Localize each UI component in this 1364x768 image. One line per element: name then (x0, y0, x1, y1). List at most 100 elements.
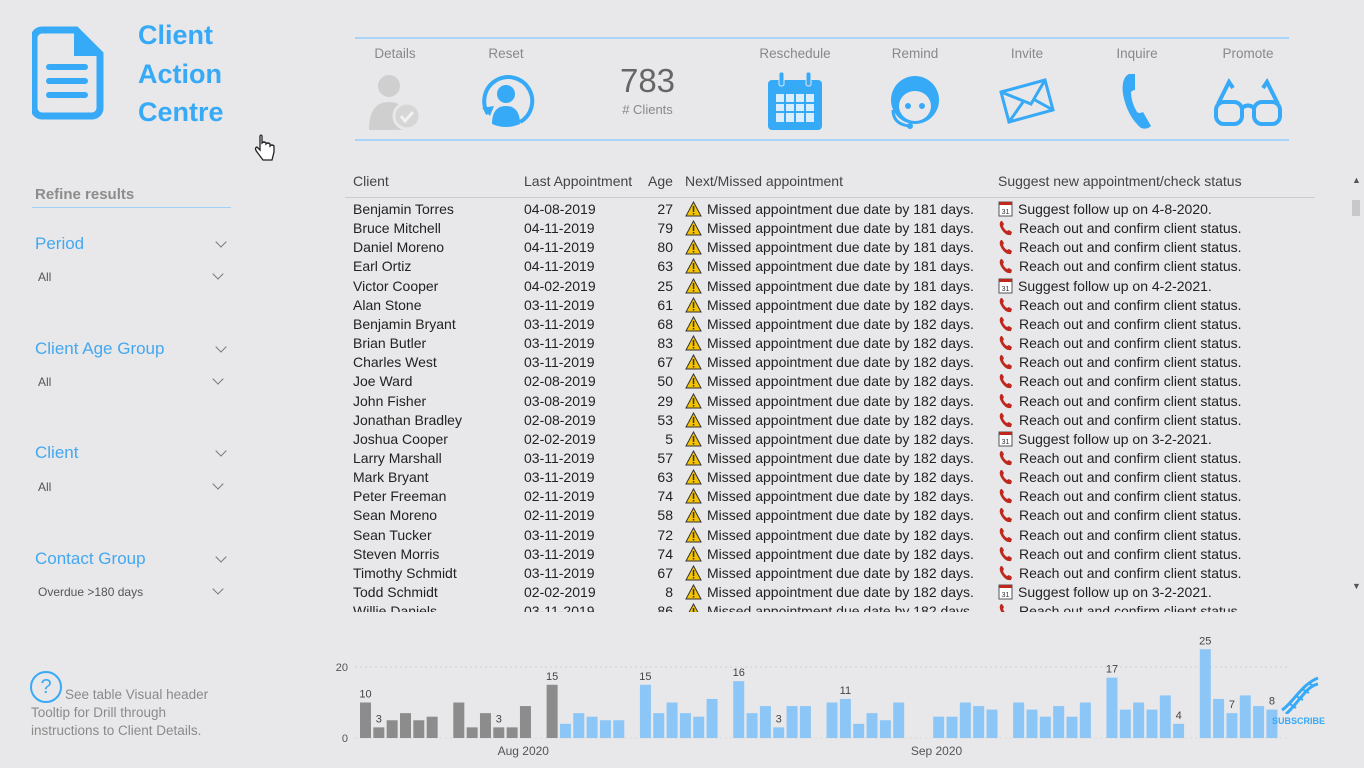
table-row[interactable]: Larry Marshall 03-11-2019 57 Missed appoint… (345, 449, 1315, 468)
bar[interactable] (493, 727, 505, 738)
table-row[interactable]: Sean Tucker 03-11-2019 72 Missed appointmen… (345, 526, 1315, 545)
table-row[interactable]: Willie Daniels 03-11-2019 86 Missed appoint… (345, 602, 1315, 612)
bar[interactable] (826, 702, 838, 739)
table-row[interactable]: Victor Cooper 04-02-2019 25 Missed appointm… (345, 277, 1315, 296)
bar[interactable] (506, 727, 518, 738)
bar[interactable] (853, 723, 865, 738)
table-row[interactable]: Benjamin Torres 04-08-2019 27 Missed appoin… (345, 200, 1315, 219)
column-header-next-missed[interactable]: Next/Missed appointment (685, 172, 843, 191)
bar[interactable] (639, 684, 651, 738)
table-row[interactable]: Daniel Moreno 04-11-2019 80 Missed appointm… (345, 238, 1315, 257)
table-scrollbar[interactable]: ▲ ▼ (1350, 175, 1362, 595)
chevron-down-icon[interactable] (215, 236, 227, 248)
subscribe-watermark[interactable]: SUBSCRIBE (1272, 716, 1325, 726)
bar[interactable] (839, 698, 851, 738)
bar[interactable] (1239, 695, 1251, 738)
column-header-age[interactable]: Age (648, 172, 673, 191)
bar[interactable] (1199, 649, 1211, 738)
bar[interactable] (426, 716, 438, 738)
bar[interactable] (573, 713, 585, 738)
bar[interactable] (799, 706, 811, 738)
bar[interactable] (733, 681, 745, 738)
bar[interactable] (559, 723, 571, 738)
bar[interactable] (1079, 702, 1091, 739)
table-row[interactable]: Joe Ward 02-08-2019 50 Missed appointment d… (345, 372, 1315, 391)
bar[interactable] (1253, 706, 1265, 738)
bar[interactable] (546, 684, 558, 738)
bar[interactable] (1026, 709, 1038, 738)
bar[interactable] (693, 716, 705, 738)
column-header-client[interactable]: Client (353, 172, 389, 191)
invite-button[interactable]: Invite (982, 46, 1072, 132)
table-row[interactable]: Sean Moreno 02-11-2019 58 Missed appointmen… (345, 506, 1315, 525)
chevron-down-icon[interactable] (215, 551, 227, 563)
bar[interactable] (613, 720, 625, 738)
table-row[interactable]: Charles West 03-11-2019 67 Missed appointme… (345, 353, 1315, 372)
table-row[interactable]: Joshua Cooper 02-02-2019 5 Missed appointme… (345, 430, 1315, 449)
table-row[interactable]: John Fisher 03-08-2019 29 Missed appointmen… (345, 392, 1315, 411)
bar[interactable] (933, 716, 945, 738)
chevron-down-icon[interactable] (212, 373, 224, 385)
bar[interactable] (586, 716, 598, 738)
table-row[interactable]: Timothy Schmidt 03-11-2019 67 Missed appoin… (345, 564, 1315, 583)
column-header-last-appointment[interactable]: Last Appointment (524, 172, 632, 191)
bar[interactable] (1066, 716, 1078, 738)
bar[interactable] (1119, 709, 1131, 738)
scrollbar-thumb[interactable] (1352, 200, 1360, 216)
bar[interactable] (1013, 702, 1025, 739)
table-row[interactable]: Peter Freeman 02-11-2019 74 Missed appointm… (345, 487, 1315, 506)
bar[interactable] (666, 702, 678, 739)
bar[interactable] (866, 713, 878, 738)
bar[interactable] (1173, 723, 1185, 738)
reset-button[interactable]: Reset (461, 46, 551, 132)
bar[interactable] (373, 727, 385, 738)
table-row[interactable]: Mark Bryant 03-11-2019 63 Missed appointmen… (345, 468, 1315, 487)
bar[interactable] (1133, 702, 1145, 739)
promote-button[interactable]: Promote (1203, 46, 1293, 132)
table-row[interactable]: Steven Morris 03-11-2019 74 Missed appointm… (345, 545, 1315, 564)
bar[interactable] (466, 727, 478, 738)
bar[interactable] (946, 716, 958, 738)
bar[interactable] (386, 720, 398, 738)
details-button[interactable]: Details (350, 46, 440, 134)
bar[interactable] (986, 709, 998, 738)
table-row[interactable]: Brian Butler 03-11-2019 83 Missed appointme… (345, 334, 1315, 353)
bar[interactable] (879, 720, 891, 738)
chevron-down-icon[interactable] (212, 268, 224, 280)
bar[interactable] (759, 706, 771, 738)
bar[interactable] (599, 720, 611, 738)
bar[interactable] (453, 702, 465, 739)
chevron-down-icon[interactable] (212, 583, 224, 595)
slicer-client-dropdown[interactable]: All (38, 480, 51, 494)
slicer-age-dropdown[interactable]: All (38, 375, 51, 389)
bar[interactable] (746, 713, 758, 738)
slicer-contact-group-dropdown[interactable]: Overdue >180 days (38, 585, 143, 599)
table-row[interactable]: Earl Ortiz 04-11-2019 63 Missed appointment… (345, 257, 1315, 276)
bar[interactable] (773, 727, 785, 738)
inquire-button[interactable]: Inquire (1092, 46, 1182, 132)
table-row[interactable]: Alan Stone 03-11-2019 61 Missed appointment… (345, 296, 1315, 315)
column-header-suggest[interactable]: Suggest new appointment/check status (998, 172, 1242, 191)
bar[interactable] (1213, 698, 1225, 738)
bar[interactable] (653, 713, 665, 738)
bar[interactable] (786, 706, 798, 738)
bar[interactable] (959, 702, 971, 739)
slicer-period-dropdown[interactable]: All (38, 270, 51, 284)
remind-button[interactable]: Remind (870, 46, 960, 132)
bar[interactable] (360, 702, 371, 739)
bar[interactable] (519, 706, 531, 738)
bar[interactable] (893, 702, 905, 739)
chevron-down-icon[interactable] (212, 478, 224, 490)
bar[interactable] (1146, 709, 1158, 738)
bar[interactable] (1053, 706, 1065, 738)
table-row[interactable]: Bruce Mitchell 04-11-2019 79 Missed appoint… (345, 219, 1315, 238)
table-row[interactable]: Benjamin Bryant 03-11-2019 68 Missed appoin… (345, 315, 1315, 334)
bar[interactable] (973, 706, 985, 738)
bar[interactable] (679, 713, 691, 738)
chevron-down-icon[interactable] (215, 445, 227, 457)
bar[interactable] (399, 713, 411, 738)
bar[interactable] (1226, 713, 1238, 738)
bar[interactable] (706, 698, 718, 738)
bar[interactable] (1159, 695, 1171, 738)
bar[interactable] (479, 713, 491, 738)
